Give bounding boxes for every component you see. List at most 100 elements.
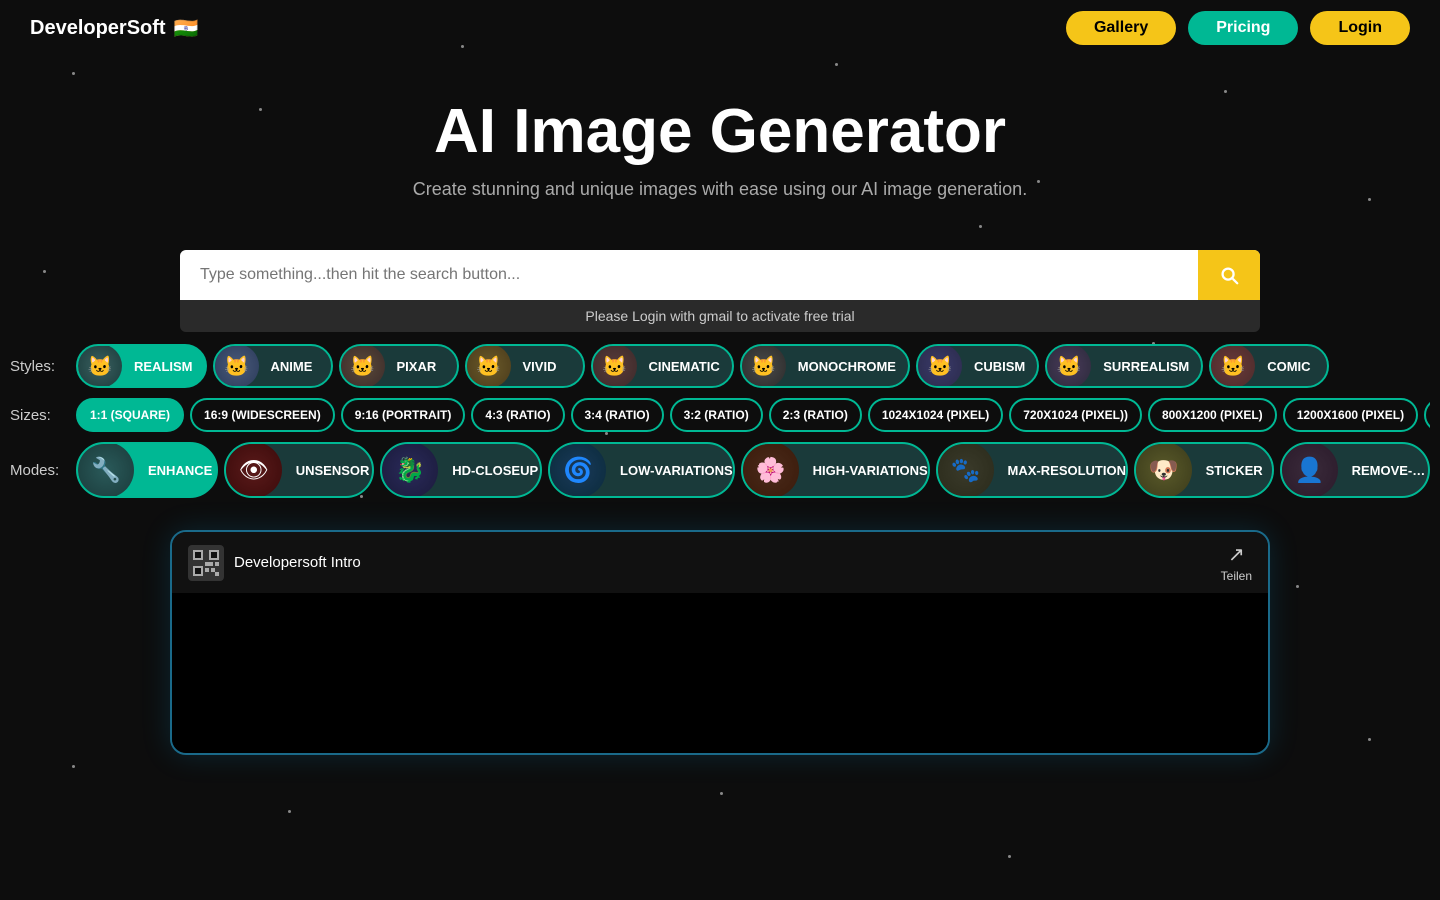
search-container: Please Login with gmail to activate free… [0, 250, 1440, 332]
size-chip-23[interactable]: 2:3 (RATIO) [769, 398, 862, 432]
mode-label-enhance: ENHANCE [134, 463, 218, 478]
style-chip-anime[interactable]: 🐱 ANIME [213, 344, 333, 388]
size-chip-34[interactable]: 3:4 (RATIO) [571, 398, 664, 432]
sizes-row: Sizes: 1:1 (SQUARE) 16:9 (WIDESCREEN) 9:… [10, 398, 1430, 432]
search-icon [1218, 264, 1240, 286]
nav-buttons: Gallery Pricing Login [1066, 11, 1410, 45]
size-chip-square[interactable]: 1:1 (SQUARE) [76, 398, 184, 432]
size-chip-1200[interactable]: 1200X1600 (PIXEL) [1283, 398, 1418, 432]
mode-chip-low-variations[interactable]: 🌀 LOW-VARIATIONS [548, 442, 735, 498]
style-chip-surrealism[interactable]: 🐱 SURREALISM [1045, 344, 1203, 388]
size-chip-800[interactable]: 800X1200 (PIXEL) [1148, 398, 1277, 432]
styles-row: Styles: 🐱 REALISM 🐱 ANIME 🐱 [10, 344, 1430, 388]
hero-title: AI Image Generator [20, 96, 1420, 167]
pricing-button[interactable]: Pricing [1188, 11, 1298, 45]
video-body [172, 593, 1268, 753]
style-chip-pixar[interactable]: 🐱 PIXAR [339, 344, 459, 388]
mode-chip-max-resolution[interactable]: 🐾 MAX-RESOLUTION [936, 442, 1128, 498]
mode-label-unsensor: UNSENSOR [282, 463, 374, 478]
mode-chip-enhance[interactable]: 🔧 ENHANCE [76, 442, 218, 498]
style-img-vivid: 🐱 [467, 344, 511, 388]
modes-row: Modes: 🔧 ENHANCE 👁 UNSENSOR 🐉 [10, 442, 1430, 498]
video-section: Developersoft Intro ↗ Teilen [0, 530, 1440, 755]
style-label-monochrome: MONOCHROME [786, 359, 908, 374]
style-chip-comic[interactable]: 🐱 COMIC [1209, 344, 1329, 388]
logo: DeveloperSoft 🇮🇳 [30, 16, 199, 41]
style-img-cubism: 🐱 [918, 344, 962, 388]
options-section: Styles: 🐱 REALISM 🐱 ANIME 🐱 [0, 332, 1440, 514]
mode-label-high-variations: HIGH-VARIATIONS [799, 463, 930, 478]
size-chip-1080[interactable]: 1080X1920 (PIXE… [1424, 398, 1430, 432]
style-label-pixar: PIXAR [385, 359, 449, 374]
style-chip-monochrome[interactable]: 🐱 MONOCHROME [740, 344, 910, 388]
search-button[interactable] [1198, 250, 1260, 300]
video-share-button[interactable]: ↗ Teilen [1221, 542, 1252, 583]
video-container: Developersoft Intro ↗ Teilen [170, 530, 1270, 755]
search-notice: Please Login with gmail to activate free… [180, 300, 1260, 332]
mode-label-low-variations: LOW-VARIATIONS [606, 463, 735, 478]
mode-img-low-variations: 🌀 [550, 442, 606, 498]
style-img-realism: 🐱 [78, 344, 122, 388]
mode-chip-unsensor[interactable]: 👁 UNSENSOR [224, 442, 374, 498]
search-box [180, 250, 1260, 300]
logo-flag: 🇮🇳 [174, 16, 199, 41]
styles-chips: 🐱 REALISM 🐱 ANIME 🐱 PIXAR [76, 344, 1329, 388]
mode-img-hd-closeup: 🐉 [382, 442, 438, 498]
mode-chip-remove[interactable]: 👤 REMOVE-… [1280, 442, 1430, 498]
style-img-anime: 🐱 [215, 344, 259, 388]
hero-subtitle: Create stunning and unique images with e… [20, 179, 1420, 200]
style-label-surrealism: SURREALISM [1091, 359, 1201, 374]
video-title: Developersoft Intro [234, 554, 361, 571]
style-chip-cubism[interactable]: 🐱 CUBISM [916, 344, 1039, 388]
mode-img-max-resolution: 🐾 [938, 442, 994, 498]
size-chip-1024[interactable]: 1024X1024 (PIXEL) [868, 398, 1003, 432]
styles-label: Styles: [10, 358, 68, 375]
mode-img-remove: 👤 [1282, 442, 1338, 498]
mode-img-sticker: 🐶 [1136, 442, 1192, 498]
style-label-cinematic: CINEMATIC [637, 359, 732, 374]
sizes-chips: 1:1 (SQUARE) 16:9 (WIDESCREEN) 9:16 (POR… [76, 398, 1430, 432]
modes-chips: 🔧 ENHANCE 👁 UNSENSOR 🐉 HD-CLOSEUP [76, 442, 1430, 498]
gallery-button[interactable]: Gallery [1066, 11, 1176, 45]
hero-section: AI Image Generator Create stunning and u… [0, 56, 1440, 250]
mode-label-hd-closeup: HD-CLOSEUP [438, 463, 542, 478]
size-chip-portrait[interactable]: 9:16 (PORTRAIT) [341, 398, 466, 432]
style-img-monochrome: 🐱 [742, 344, 786, 388]
mode-chip-high-variations[interactable]: 🌸 HIGH-VARIATIONS [741, 442, 930, 498]
style-chip-realism[interactable]: 🐱 REALISM [76, 344, 207, 388]
mode-chip-sticker[interactable]: 🐶 STICKER [1134, 442, 1274, 498]
navbar: DeveloperSoft 🇮🇳 Gallery Pricing Login [0, 0, 1440, 56]
mode-img-enhance: 🔧 [78, 442, 134, 498]
logo-text: DeveloperSoft [30, 17, 166, 40]
mode-label-max-resolution: MAX-RESOLUTION [994, 463, 1128, 478]
size-chip-43[interactable]: 4:3 (RATIO) [471, 398, 564, 432]
style-label-cubism: CUBISM [962, 359, 1037, 374]
video-header-left: Developersoft Intro [188, 545, 361, 581]
video-qr-icon [188, 545, 224, 581]
mode-chip-hd-closeup[interactable]: 🐉 HD-CLOSEUP [380, 442, 542, 498]
mode-img-unsensor: 👁 [226, 442, 282, 498]
style-img-comic: 🐱 [1211, 344, 1255, 388]
size-chip-32[interactable]: 3:2 (RATIO) [670, 398, 763, 432]
size-chip-720[interactable]: 720X1024 (PIXEL)) [1009, 398, 1142, 432]
login-button[interactable]: Login [1310, 11, 1410, 45]
search-input[interactable] [180, 250, 1198, 300]
style-chip-cinematic[interactable]: 🐱 CINEMATIC [591, 344, 734, 388]
mode-label-sticker: STICKER [1192, 463, 1274, 478]
modes-label: Modes: [10, 462, 68, 479]
style-img-surrealism: 🐱 [1047, 344, 1091, 388]
style-label-realism: REALISM [122, 359, 205, 374]
sizes-label: Sizes: [10, 407, 68, 424]
style-label-vivid: VIVID [511, 359, 569, 374]
style-img-cinematic: 🐱 [593, 344, 637, 388]
share-label: Teilen [1221, 569, 1252, 583]
video-header: Developersoft Intro ↗ Teilen [172, 532, 1268, 593]
style-chip-vivid[interactable]: 🐱 VIVID [465, 344, 585, 388]
size-chip-widescreen[interactable]: 16:9 (WIDESCREEN) [190, 398, 335, 432]
style-label-anime: ANIME [259, 359, 325, 374]
style-label-comic: COMIC [1255, 359, 1322, 374]
mode-img-high-variations: 🌸 [743, 442, 799, 498]
mode-label-remove: REMOVE-… [1338, 463, 1430, 478]
share-icon: ↗ [1228, 542, 1245, 567]
style-img-pixar: 🐱 [341, 344, 385, 388]
